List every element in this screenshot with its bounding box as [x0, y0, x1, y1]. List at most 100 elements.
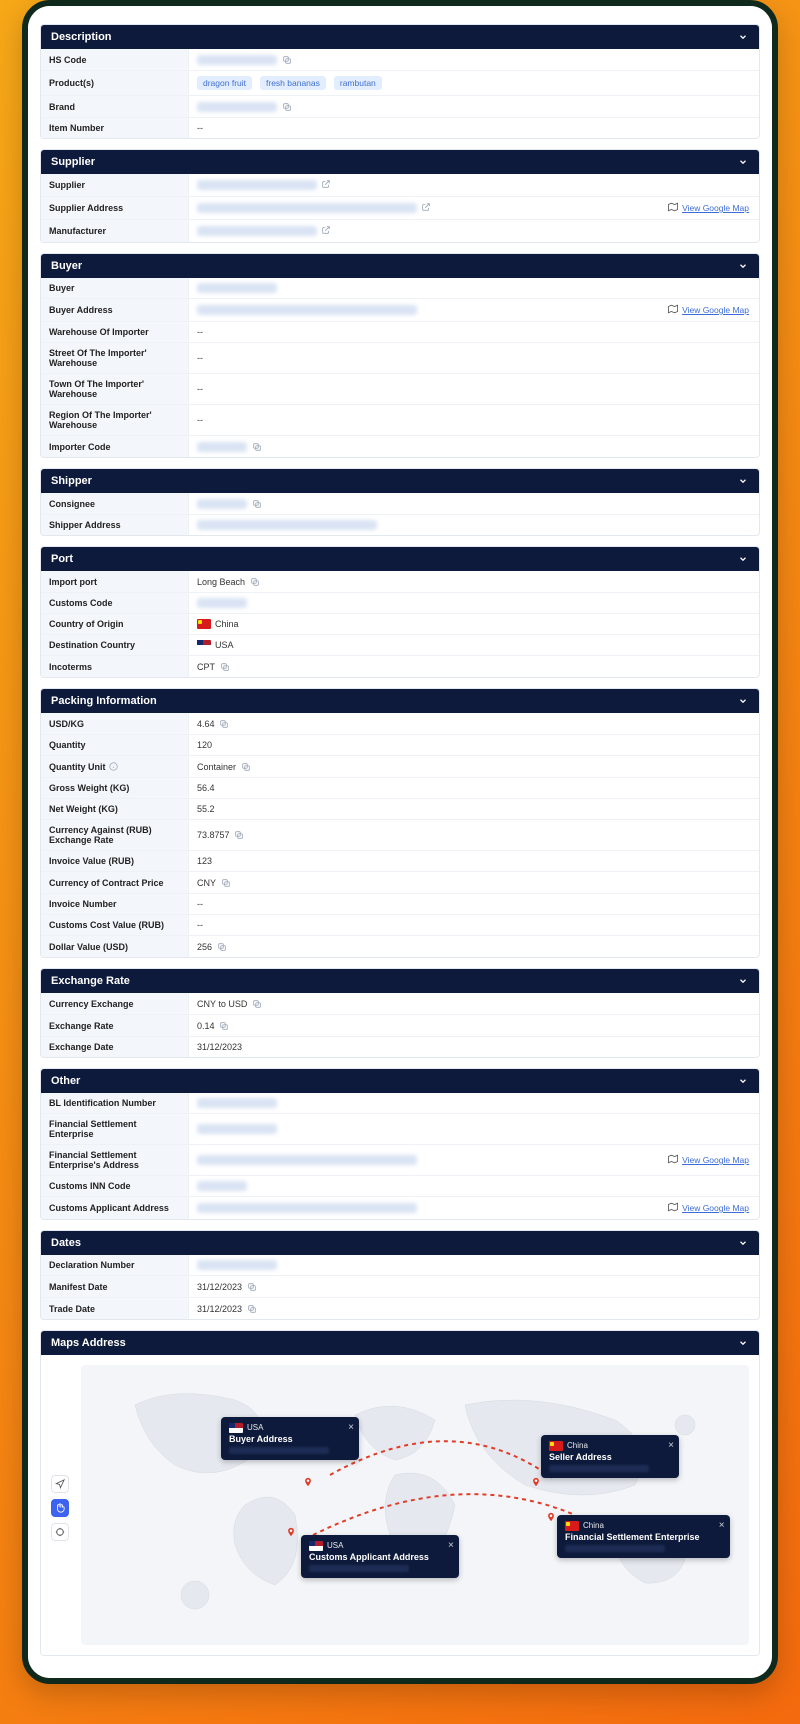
google-map-link[interactable]: View Google Map [658, 1149, 759, 1171]
close-icon[interactable]: × [348, 1422, 354, 1433]
value-exchange-rate: 0.14 [189, 1015, 759, 1036]
map-navigate-button[interactable] [51, 1475, 69, 1493]
flag-china-icon [549, 1441, 563, 1451]
value-incoterms: CPT [189, 656, 759, 677]
row-item-number: Item Number -- [41, 118, 759, 138]
google-map-link[interactable]: View Google Map [658, 299, 759, 321]
chevron-down-icon [737, 975, 749, 987]
row-brand: Brand [41, 96, 759, 118]
label-incoterms: Incoterms [41, 656, 189, 677]
label-buyer-address: Buyer Address [41, 299, 189, 321]
copy-icon[interactable] [251, 441, 262, 452]
section-header-port[interactable]: Port [41, 547, 759, 571]
product-tag[interactable]: dragon fruit [197, 76, 252, 90]
value-invoice-number: -- [189, 894, 759, 914]
section-title: Port [51, 553, 73, 565]
section-title: Supplier [51, 156, 95, 168]
value-usd-kg: 4.64 [189, 713, 759, 734]
chevron-down-icon [737, 1075, 749, 1087]
copy-icon[interactable] [246, 1281, 257, 1292]
map-card-fse[interactable]: × China Financial Settlement Enterprise [557, 1515, 730, 1558]
external-link-icon[interactable] [321, 225, 331, 237]
label-street-importer-wh: Street Of The Importer' Warehouse [41, 343, 189, 373]
label-supplier: Supplier [41, 174, 189, 196]
section-packing: Packing Information USD/KG4.64 Quantity1… [40, 688, 760, 958]
label-hs-code: HS Code [41, 49, 189, 70]
map-card-customs[interactable]: × USA Customs Applicant Address [301, 1535, 459, 1578]
row-supplier: Supplier [41, 174, 759, 197]
google-map-link[interactable]: View Google Map [658, 197, 759, 219]
value-warehouse-importer: -- [189, 322, 759, 342]
map-card-title: Financial Settlement Enterprise [565, 1532, 700, 1542]
map-card-title: Buyer Address [229, 1434, 329, 1444]
label-warehouse-importer: Warehouse Of Importer [41, 322, 189, 342]
copy-icon[interactable] [281, 54, 292, 65]
section-description: Description HS Code Product(s) dragon fr… [40, 24, 760, 139]
section-header-exchange[interactable]: Exchange Rate [41, 969, 759, 993]
label-fse-address: Financial Settlement Enterprise's Addres… [41, 1145, 189, 1175]
section-title: Dates [51, 1237, 81, 1249]
map-icon [668, 1202, 678, 1214]
product-tag[interactable]: rambutan [334, 76, 382, 90]
section-title: Shipper [51, 475, 92, 487]
section-header-maps[interactable]: Maps Address [41, 1331, 759, 1355]
label-exchange-rate: Exchange Rate [41, 1015, 189, 1036]
section-title: Packing Information [51, 695, 157, 707]
section-header-description[interactable]: Description [41, 25, 759, 49]
google-map-link[interactable]: View Google Map [658, 1197, 759, 1219]
section-title: Maps Address [51, 1337, 126, 1349]
value-currency-exchange: CNY to USD [189, 993, 759, 1014]
label-exchange-date: Exchange Date [41, 1037, 189, 1057]
copy-icon[interactable] [219, 661, 230, 672]
copy-icon[interactable] [220, 877, 231, 888]
copy-icon[interactable] [251, 998, 262, 1009]
value-products: dragon fruit fresh bananas rambutan [189, 71, 759, 95]
chevron-down-icon [737, 1337, 749, 1349]
external-link-icon[interactable] [321, 179, 331, 191]
map-pin-icon [546, 1510, 556, 1524]
value-supplier [189, 174, 759, 196]
copy-icon[interactable] [234, 830, 245, 841]
map-center-button[interactable] [51, 1523, 69, 1541]
label-bl-id: BL Identification Number [41, 1093, 189, 1113]
copy-icon[interactable] [249, 576, 260, 587]
external-link-icon[interactable] [421, 202, 431, 214]
label-buyer: Buyer [41, 278, 189, 298]
section-header-other[interactable]: Other [41, 1069, 759, 1093]
copy-icon[interactable] [219, 1020, 230, 1031]
label-consignee: Consignee [41, 493, 189, 514]
chevron-down-icon [737, 1237, 749, 1249]
copy-icon[interactable] [246, 1303, 257, 1314]
close-icon[interactable]: × [668, 1440, 674, 1451]
flag-china-icon [565, 1521, 579, 1531]
section-header-buyer[interactable]: Buyer [41, 254, 759, 278]
copy-icon[interactable] [240, 761, 251, 772]
copy-icon[interactable] [251, 498, 262, 509]
section-header-shipper[interactable]: Shipper [41, 469, 759, 493]
label-customs-applicant-address: Customs Applicant Address [41, 1197, 189, 1219]
section-header-supplier[interactable]: Supplier [41, 150, 759, 174]
copy-icon[interactable] [281, 101, 292, 112]
map-card-buyer[interactable]: × USA Buyer Address [221, 1417, 359, 1460]
product-tag[interactable]: fresh bananas [260, 76, 326, 90]
section-header-packing[interactable]: Packing Information [41, 689, 759, 713]
label-products: Product(s) [41, 71, 189, 95]
section-header-dates[interactable]: Dates [41, 1231, 759, 1255]
close-icon[interactable]: × [448, 1540, 454, 1551]
value-customs-applicant-address [189, 1198, 658, 1218]
label-invoice-value: Invoice Value (RUB) [41, 851, 189, 871]
info-icon[interactable] [108, 761, 119, 772]
flag-usa-icon [229, 1423, 243, 1433]
label-invoice-number: Invoice Number [41, 894, 189, 914]
value-fse [189, 1119, 759, 1139]
value-town-importer-wh: -- [189, 379, 759, 399]
close-icon[interactable]: × [719, 1520, 725, 1531]
copy-icon[interactable] [219, 718, 230, 729]
content-area: Description HS Code Product(s) dragon fr… [28, 6, 772, 1678]
label-item-number: Item Number [41, 118, 189, 138]
value-brand [189, 96, 759, 117]
map-card-seller[interactable]: × China Seller Address [541, 1435, 679, 1478]
map-grab-button[interactable] [51, 1499, 69, 1517]
map-container[interactable]: × USA Buyer Address × China Seller Addre… [41, 1355, 759, 1655]
copy-icon[interactable] [216, 941, 227, 952]
